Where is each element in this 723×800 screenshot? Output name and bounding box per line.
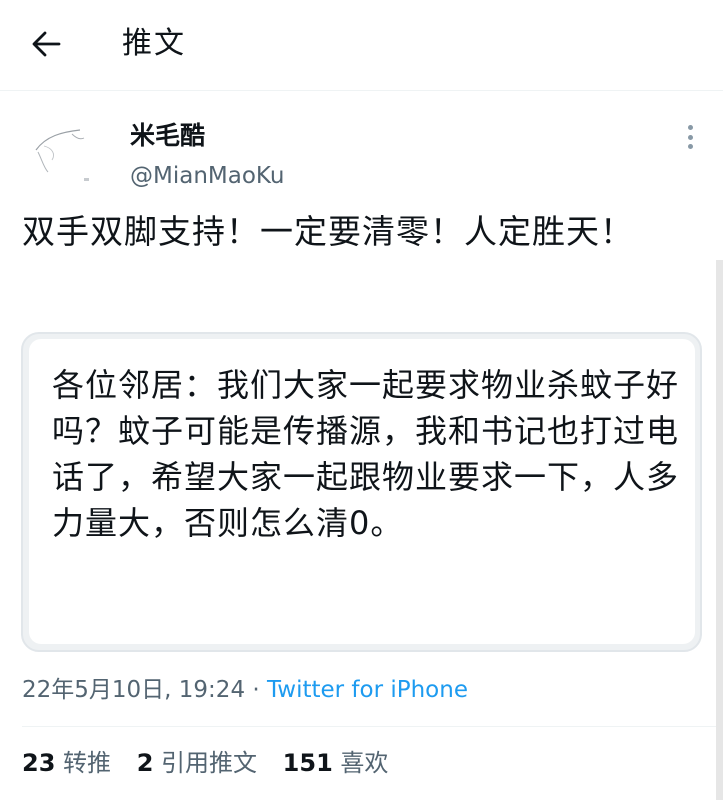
- tweet-timestamp[interactable]: 22年5月10日, 19:24: [22, 677, 245, 703]
- likes-count: 151: [282, 749, 333, 777]
- tweet-stats: 23 转推 2 引用推文 151 喜欢: [22, 746, 406, 780]
- more-vertical-icon: [687, 125, 693, 130]
- tweet-text: 双手双脚支持！一定要清零！人定胜天！: [22, 212, 634, 251]
- author-handle[interactable]: @MianMaoKu: [130, 160, 284, 192]
- likes-stat[interactable]: 151 喜欢: [283, 746, 403, 780]
- retweets-count: 23: [22, 749, 56, 777]
- quotes-count: 2: [136, 749, 154, 777]
- scrollbar[interactable]: [716, 260, 723, 800]
- more-options-button[interactable]: [676, 122, 704, 152]
- meta-divider: [22, 726, 723, 727]
- top-bar: 推文: [0, 0, 723, 90]
- meta-separator: ·: [245, 677, 268, 703]
- likes-label: 喜欢: [340, 749, 389, 777]
- arrow-left-icon: [32, 31, 61, 57]
- author-display-name[interactable]: 米毛酷: [130, 120, 205, 152]
- embedded-image-text: 各位邻居：我们大家一起要求物业杀蚊子好吗？蚊子可能是传播源，我和书记也打过电话了…: [52, 366, 680, 542]
- page-title: 推文: [122, 26, 186, 61]
- quotes-stat[interactable]: 2 引用推文: [137, 746, 271, 780]
- header-divider: [0, 90, 723, 91]
- tweet-source-link[interactable]: Twitter for iPhone: [267, 677, 468, 703]
- tweet-metadata: 22年5月10日, 19:24 · Twitter for iPhone: [22, 674, 468, 706]
- retweets-label: 转推: [63, 749, 112, 777]
- quotes-label: 引用推文: [161, 749, 258, 777]
- avatar-sketch-image: [35, 129, 89, 181]
- retweets-stat[interactable]: 23 转推: [22, 746, 125, 780]
- avatar[interactable]: [22, 110, 114, 202]
- back-button[interactable]: [22, 24, 70, 64]
